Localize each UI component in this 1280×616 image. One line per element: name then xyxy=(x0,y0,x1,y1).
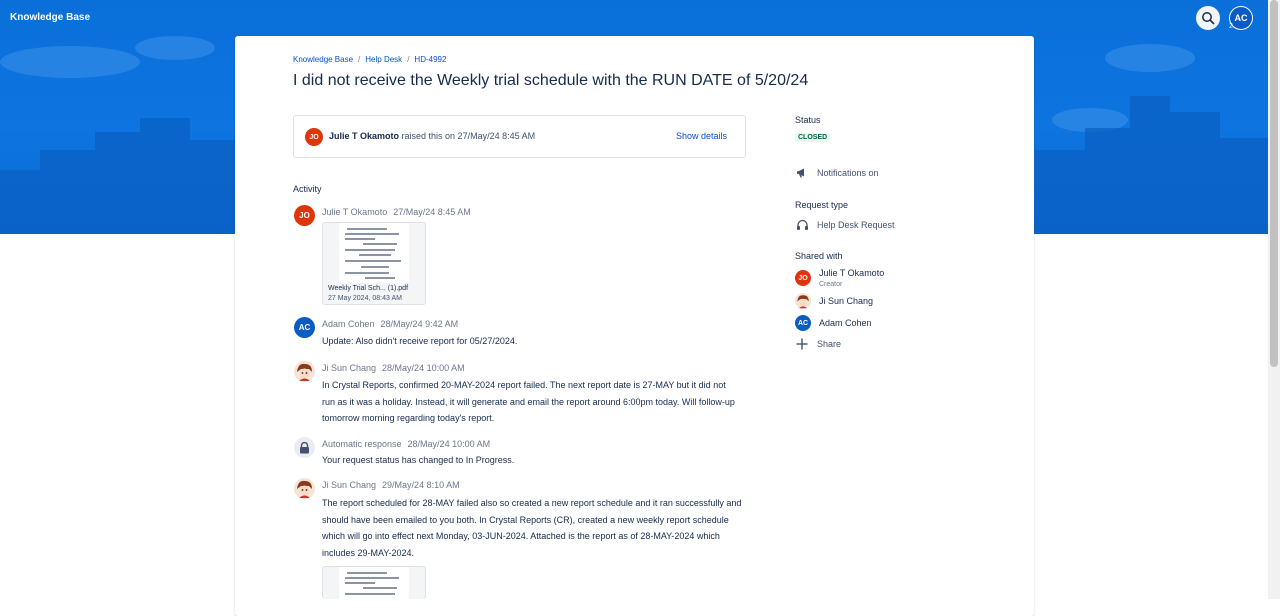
notifications-toggle[interactable]: Notifications on xyxy=(795,166,879,180)
scrollbar-thumb[interactable] xyxy=(1270,0,1278,367)
activity-author[interactable]: Ji Sun Chang xyxy=(322,480,376,490)
activity-header: Julie T Okamoto 27/May/24 8:45 AM xyxy=(322,207,471,217)
activity-header: Ji Sun Chang 29/May/24 8:10 AM xyxy=(322,480,460,490)
avatar: JO xyxy=(294,205,315,226)
raised-by-text: Julie T Okamoto raised this on 27/May/24… xyxy=(329,131,535,141)
shared-user-name: Julie T Okamoto xyxy=(819,268,885,278)
activity-header: Automatic response 28/May/24 10:00 AM xyxy=(322,439,490,449)
search-button[interactable] xyxy=(1196,6,1220,30)
shared-user-role: Creator xyxy=(819,281,843,288)
avatar: JO xyxy=(795,270,811,286)
comment-line: includes 29-MAY-2024. xyxy=(322,547,415,558)
activity-header: Adam Cohen 28/May/24 9:42 AM xyxy=(322,319,458,329)
reporter-name: Julie T Okamoto xyxy=(329,131,400,141)
user-photo-icon xyxy=(795,293,811,309)
avatar xyxy=(294,361,315,382)
activity-author[interactable]: Julie T Okamoto xyxy=(322,207,387,217)
attachment-card[interactable] xyxy=(322,566,426,599)
page-title: I did not receive the Weekly trial sched… xyxy=(293,72,809,89)
comment-line: which will go into effect next Monday, 0… xyxy=(322,531,720,541)
breadcrumb-issue-key[interactable]: HD-4992 xyxy=(414,55,446,64)
activity-comment: Your request status has changed to In Pr… xyxy=(322,455,515,465)
breadcrumb-separator: / xyxy=(358,55,361,64)
activity-author[interactable]: Adam Cohen xyxy=(322,319,375,329)
avatar: AC xyxy=(294,317,315,338)
user-photo-icon xyxy=(294,361,315,382)
comment-line: run as it was a holiday. Instead, it wil… xyxy=(322,396,735,407)
raised-date: raised this on 27/May/24 8:45 AM xyxy=(401,131,536,141)
attachment-card[interactable]: Weekly Trial Sch... (1).pdf 27 May 2024,… xyxy=(322,222,426,305)
user-photo-icon xyxy=(294,478,315,499)
headset-icon xyxy=(795,218,809,232)
pdf-thumbnail xyxy=(339,223,409,283)
activity-header: Ji Sun Chang 28/May/24 10:00 AM xyxy=(322,363,465,373)
shared-user-name: Adam Cohen xyxy=(819,318,872,328)
activity-comment: Update: Also didn't receive report for 0… xyxy=(322,336,518,346)
comment-line: The report scheduled for 28-MAY failed a… xyxy=(322,498,742,508)
request-type-label: Request type xyxy=(795,200,849,210)
avatar-badge: 2 xyxy=(1229,23,1233,30)
notifications-label: Notifications on xyxy=(817,168,879,178)
activity-author[interactable]: Ji Sun Chang xyxy=(322,363,376,373)
activity-heading: Activity xyxy=(293,184,322,195)
comment-line: should have been emailed to you both. In… xyxy=(322,514,729,525)
activity-comment: The report scheduled for 28-MAY failed a… xyxy=(322,495,752,561)
shared-user-name: Ji Sun Chang xyxy=(819,296,874,306)
avatar xyxy=(294,437,315,458)
avatar: JO xyxy=(305,128,323,146)
activity-author: Automatic response xyxy=(322,439,402,449)
shared-with-label: Shared with xyxy=(795,251,843,261)
knowledge-base-link[interactable]: Knowledge Base xyxy=(10,12,90,23)
status-label: Status xyxy=(795,115,821,125)
status-badge: CLOSED xyxy=(795,133,831,142)
avatar xyxy=(294,478,315,499)
request-type-text: Help Desk Request xyxy=(817,220,895,230)
share-button[interactable]: Share xyxy=(795,337,841,351)
activity-time: 28/May/24 10:00 AM xyxy=(382,363,465,373)
comment-line: tomorrow morning regarding today's repor… xyxy=(322,413,495,423)
comment-line: In Crystal Reports, confirmed 20-MAY-202… xyxy=(322,380,726,390)
breadcrumb-help-desk[interactable]: Help Desk xyxy=(365,55,402,64)
breadcrumb-separator: / xyxy=(407,55,410,64)
share-label: Share xyxy=(817,339,842,349)
plus-icon xyxy=(795,337,809,351)
avatar xyxy=(795,293,811,309)
attachment-name: Weekly Trial Sch... (1).pdf xyxy=(328,285,409,292)
activity-time: 28/May/24 9:42 AM xyxy=(380,319,459,329)
breadcrumb-knowledge-base[interactable]: Knowledge Base xyxy=(293,55,353,64)
activity-time: 27/May/24 8:45 AM xyxy=(393,207,471,217)
attachment-date: 27 May 2024, 08:43 AM xyxy=(328,295,402,302)
activity-time: 28/May/24 10:00 AM xyxy=(407,439,491,449)
breadcrumb: Knowledge Base / Help Desk / HD-4992 xyxy=(293,55,446,64)
pdf-thumbnail xyxy=(339,567,409,599)
activity-time: 29/May/24 8:10 AM xyxy=(382,480,460,490)
search-icon xyxy=(1202,12,1215,25)
megaphone-icon xyxy=(795,166,809,180)
request-type-value: Help Desk Request xyxy=(795,218,895,232)
show-details-link[interactable]: Show details xyxy=(676,131,727,141)
activity-comment: In Crystal Reports, confirmed 20-MAY-202… xyxy=(322,377,752,427)
avatar: AC xyxy=(795,315,811,331)
lock-icon xyxy=(300,441,309,453)
